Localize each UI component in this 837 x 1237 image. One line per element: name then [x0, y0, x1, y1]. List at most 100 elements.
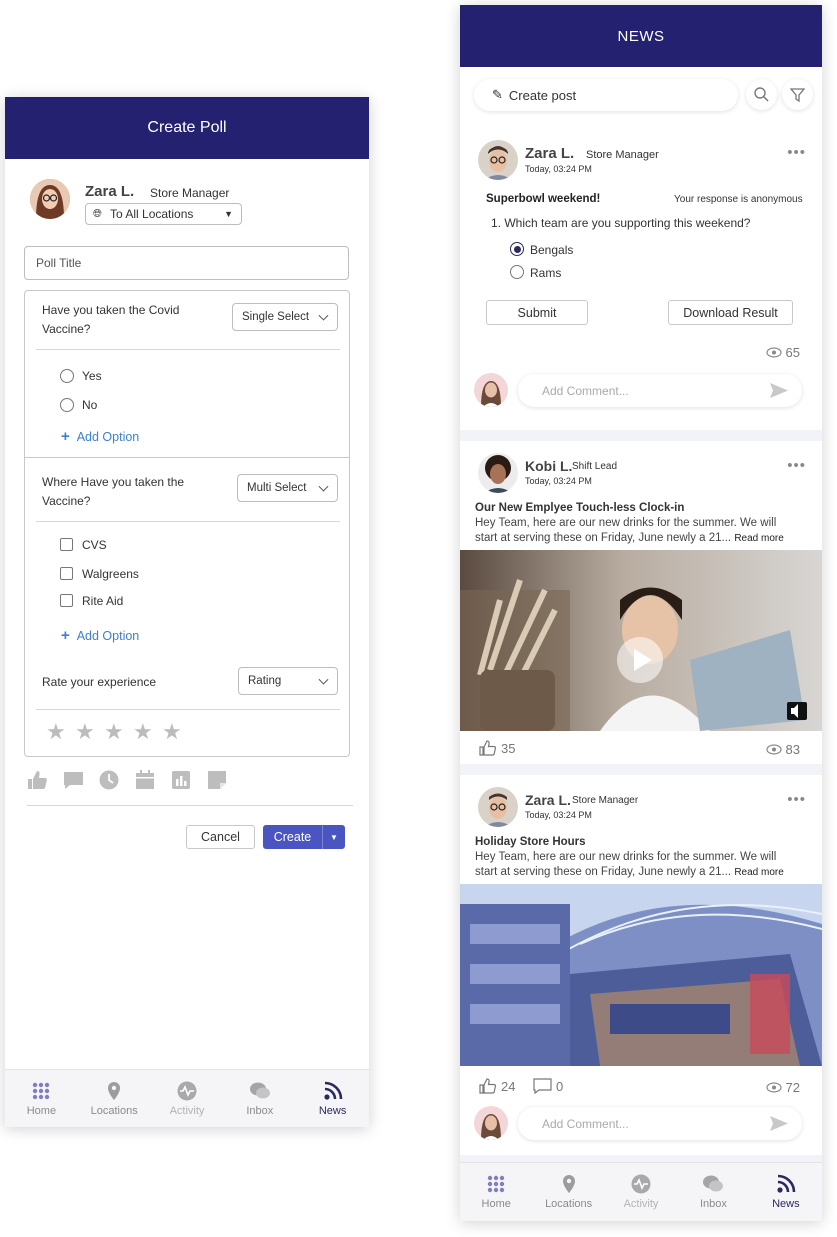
- view-count: 83: [765, 742, 800, 757]
- grid-icon: [33, 1082, 50, 1099]
- question-3-text: Rate your experience: [42, 675, 157, 689]
- calendar-icon[interactable]: [135, 770, 156, 790]
- read-more-link[interactable]: Read more: [734, 533, 783, 544]
- option-rams-radio[interactable]: [510, 265, 524, 279]
- more-options-icon[interactable]: •••: [787, 457, 806, 474]
- tab-label: Home: [26, 1104, 57, 1117]
- question-1-text: Have you taken the Covid: [42, 303, 180, 317]
- post-body-cont: start at serving these on Friday, June n…: [475, 532, 784, 544]
- avatar[interactable]: [30, 179, 70, 219]
- audience-select[interactable]: 🌐︎ To All Locations ▼: [85, 203, 242, 225]
- thumbs-up-icon: [479, 1078, 497, 1094]
- avatar[interactable]: [478, 453, 518, 493]
- tab-locations[interactable]: Locations: [532, 1163, 604, 1221]
- caret-down-icon[interactable]: ▼: [323, 825, 345, 849]
- option-yes-radio[interactable]: [60, 369, 74, 383]
- tab-label: News: [318, 1104, 347, 1117]
- tab-inbox[interactable]: Inbox: [677, 1163, 749, 1221]
- tab-activity[interactable]: Activity: [151, 1070, 224, 1127]
- search-button[interactable]: [746, 79, 777, 110]
- create-post-button[interactable]: ✎ Create post: [474, 79, 738, 111]
- tab-home[interactable]: Home: [5, 1070, 78, 1127]
- comment-count[interactable]: 0: [533, 1078, 563, 1094]
- grid-icon: [488, 1175, 505, 1193]
- create-button[interactable]: Create ▼: [263, 825, 345, 849]
- option-rite-aid-checkbox[interactable]: [60, 594, 73, 607]
- comment-input[interactable]: Add Comment...: [518, 1107, 802, 1140]
- tab-activity[interactable]: Activity: [605, 1163, 677, 1221]
- add-option-button-1[interactable]: + Add Option: [61, 428, 139, 445]
- plus-icon: +: [61, 627, 70, 644]
- tab-inbox[interactable]: Inbox: [223, 1070, 296, 1127]
- option-label: Walgreens: [82, 567, 139, 581]
- star-icon[interactable]: ★: [46, 721, 66, 743]
- user-name: Zara L.: [85, 183, 135, 200]
- download-result-button[interactable]: Download Result: [668, 300, 793, 325]
- view-count: 72: [765, 1080, 800, 1095]
- thumbs-up-icon[interactable]: [27, 770, 48, 790]
- likes-value: 24: [501, 1078, 516, 1094]
- views-value: 83: [785, 742, 800, 757]
- question-3-type-select[interactable]: Rating: [238, 667, 338, 695]
- question-1-text-cont: Vaccine?: [42, 322, 91, 336]
- clock-icon[interactable]: [99, 770, 120, 790]
- like-count[interactable]: 35: [479, 740, 515, 756]
- star-icon[interactable]: ★: [133, 721, 153, 743]
- divider: [25, 457, 349, 458]
- chat-bubbles-icon: [703, 1175, 724, 1192]
- divider: [36, 521, 340, 522]
- option-walgreens-checkbox[interactable]: [60, 567, 73, 580]
- caret-down-icon: ▼: [224, 209, 233, 219]
- note-icon[interactable]: [207, 770, 228, 790]
- send-icon[interactable]: [770, 383, 788, 398]
- tab-locations[interactable]: Locations: [78, 1070, 151, 1127]
- tab-home[interactable]: Home: [460, 1163, 532, 1221]
- option-label: Bengals: [530, 243, 574, 257]
- star-icon[interactable]: ★: [75, 721, 95, 743]
- chat-icon[interactable]: [63, 770, 84, 790]
- tab-news[interactable]: News: [750, 1163, 822, 1221]
- tab-label: Locations: [90, 1104, 138, 1117]
- avatar[interactable]: [478, 787, 518, 827]
- page-title: Create Poll: [5, 97, 369, 159]
- more-options-icon[interactable]: •••: [787, 791, 806, 808]
- cancel-button[interactable]: Cancel: [186, 825, 255, 849]
- avatar[interactable]: [478, 140, 518, 180]
- question-2-type-select[interactable]: Multi Select: [237, 474, 338, 502]
- post-video[interactable]: [460, 550, 822, 731]
- globe-icon: 🌐︎: [93, 208, 102, 220]
- filter-button[interactable]: [782, 79, 813, 110]
- star-icon[interactable]: ★: [104, 721, 124, 743]
- submit-button[interactable]: Submit: [486, 300, 588, 325]
- search-icon: [754, 87, 769, 102]
- read-more-link[interactable]: Read more: [734, 867, 783, 878]
- views-value: 72: [785, 1080, 800, 1095]
- avatar: [474, 1106, 508, 1140]
- likes-value: 35: [501, 740, 516, 756]
- question-2-text: Where Have you taken the: [42, 475, 185, 489]
- chevron-down-icon: [318, 481, 329, 492]
- audience-value: To All Locations: [110, 207, 194, 221]
- post-card-image: Zara L. Store Manager Today, 03:24 PM ••…: [460, 775, 822, 1155]
- filter-icon: [790, 88, 805, 102]
- option-bengals-radio[interactable]: [510, 242, 524, 256]
- add-option-button-2[interactable]: + Add Option: [61, 627, 139, 644]
- like-count[interactable]: 24: [479, 1078, 515, 1094]
- tab-label: Locations: [545, 1198, 593, 1210]
- option-cvs-checkbox[interactable]: [60, 538, 73, 551]
- post-headline: Our New Emplyee Touch-less Clock-in: [475, 502, 685, 514]
- comment-input[interactable]: Add Comment...: [518, 374, 802, 407]
- more-options-icon[interactable]: •••: [787, 144, 806, 161]
- option-no-radio[interactable]: [60, 398, 74, 412]
- send-icon[interactable]: [770, 1116, 788, 1131]
- post-image[interactable]: [460, 884, 822, 1066]
- chart-icon[interactable]: [171, 770, 192, 790]
- star-icon[interactable]: ★: [162, 721, 182, 743]
- post-time: Today, 03:24 PM: [525, 476, 592, 486]
- post-time: Today, 03:24 PM: [525, 164, 592, 174]
- option-label: CVS: [82, 538, 107, 552]
- poll-title-input[interactable]: Poll Title: [24, 246, 349, 280]
- question-1-type-select[interactable]: Single Select: [232, 303, 338, 331]
- questions-panel: Have you taken the Covid Vaccine? Single…: [24, 290, 350, 757]
- tab-news[interactable]: News: [296, 1070, 369, 1127]
